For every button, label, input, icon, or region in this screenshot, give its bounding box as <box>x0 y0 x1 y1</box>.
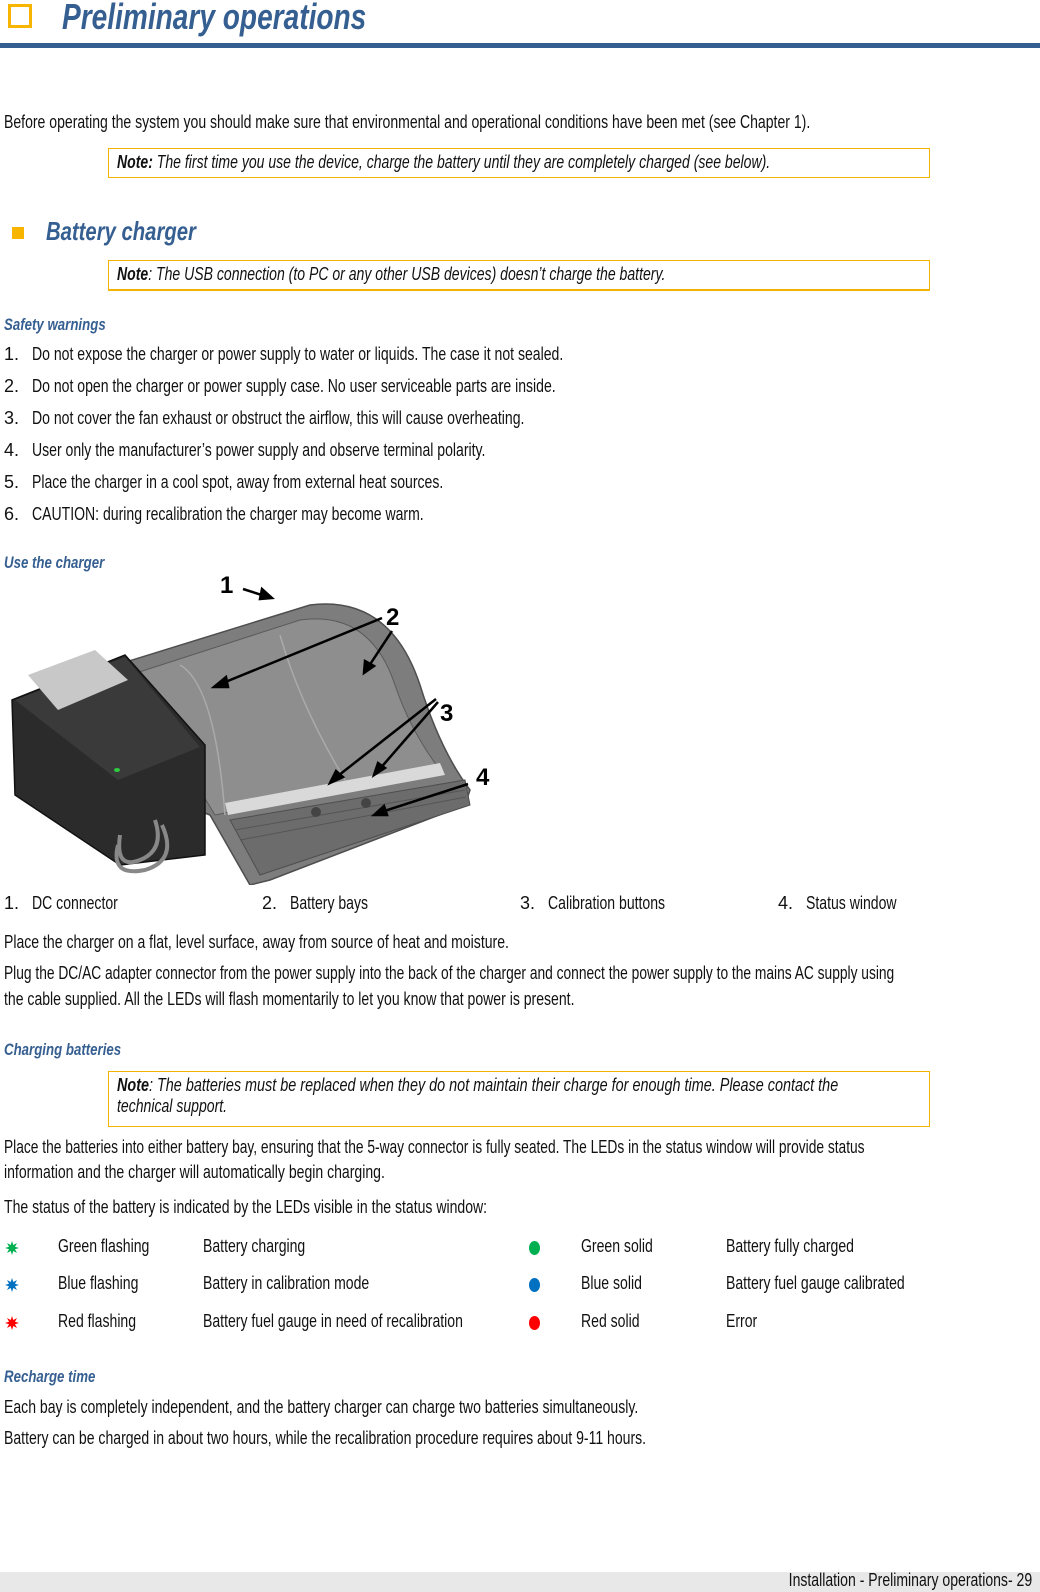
solid-meaning: Error <box>726 1311 758 1331</box>
heading-checkbox-icon <box>8 4 32 28</box>
solid-led-icon <box>529 1241 540 1255</box>
list-item: 3. Do not cover the fan exhaust or obstru… <box>4 408 525 428</box>
callout-2: 2 <box>386 604 399 631</box>
flashing-label: Green flashing <box>58 1236 150 1256</box>
flashing-meaning: Battery charging <box>203 1236 306 1256</box>
callout-3: 3 <box>440 700 453 727</box>
calibration-button <box>361 798 371 808</box>
title-rule <box>0 43 1040 48</box>
list-item: 2. Do not open the charger or power suppl… <box>4 376 556 396</box>
calibration-button <box>311 807 321 817</box>
legend-item: 4. Status window <box>778 893 897 913</box>
flashing-label: Blue flashing <box>58 1273 139 1293</box>
list-item: 1. Do not expose the charger or power sup… <box>4 344 564 364</box>
legend-item: 3. Calibration buttons <box>520 893 666 913</box>
note-label: Note <box>117 1075 149 1095</box>
legend-item: 1. DC connector <box>4 893 118 913</box>
safety-heading: Safety warnings <box>4 315 106 334</box>
note-text: : The USB connection (to PC or any other… <box>148 264 666 284</box>
callout-4: 4 <box>476 764 490 791</box>
solid-led-icon <box>529 1316 540 1330</box>
solid-meaning: Battery fully charged <box>726 1236 854 1256</box>
note-usb: Note: The USB connection (to PC or any o… <box>108 260 930 291</box>
flashing-meaning: Battery fuel gauge in need of recalibrat… <box>203 1311 463 1331</box>
flashing-led-icon <box>5 1241 19 1255</box>
flashing-label: Red flashing <box>58 1311 137 1331</box>
solid-led-icon <box>529 1278 540 1292</box>
insert-paragraph-line1: Place the batteries into either battery … <box>4 1137 865 1157</box>
plug-paragraph-line2: the cable supplied. All the LEDs will fl… <box>4 989 575 1009</box>
plug-paragraph-line1: Plug the DC/AC adapter connector from th… <box>4 963 895 983</box>
solid-meaning: Battery fuel gauge calibrated <box>726 1273 905 1293</box>
note-label: Note: <box>117 152 153 172</box>
callout-1: 1 <box>220 572 233 599</box>
note-text: : The batteries must be replaced when th… <box>149 1075 839 1095</box>
flashing-led-icon <box>5 1278 19 1292</box>
note-replace-batteries: Note: The batteries must be replaced whe… <box>108 1071 930 1127</box>
section-title: Battery charger <box>46 216 196 246</box>
note-text: technical support. <box>117 1096 228 1116</box>
solid-label: Green solid <box>581 1236 653 1256</box>
solid-label: Red solid <box>581 1311 640 1331</box>
power-led-icon <box>114 768 120 772</box>
section-bullet-icon <box>12 227 24 239</box>
flashing-led-icon <box>5 1316 19 1330</box>
recharge-heading: Recharge time <box>4 1367 96 1386</box>
charging-heading: Charging batteries <box>4 1040 122 1059</box>
intro-paragraph: Before operating the system you should m… <box>4 112 811 132</box>
recharge-paragraph-1: Each bay is completely independent, and … <box>4 1397 639 1417</box>
list-item: 5. Place the charger in a cool spot, away… <box>4 472 444 492</box>
list-item: 6. CAUTION: during recalibration the char… <box>4 504 424 524</box>
page-footer: Installation - Preliminary operations- 2… <box>0 1570 1040 1592</box>
footer-text: Installation - Preliminary operations- 2… <box>788 1570 1032 1590</box>
note-label: Note <box>117 264 149 284</box>
status-intro: The status of the battery is indicated b… <box>4 1197 488 1217</box>
charger-illustration: 1 2 3 4 <box>11 572 490 885</box>
solid-label: Blue solid <box>581 1273 642 1293</box>
insert-paragraph-line2: information and the charger will automat… <box>4 1162 385 1182</box>
flashing-meaning: Battery in calibration mode <box>203 1273 370 1293</box>
note-first-use: Note: The first time you use the device,… <box>108 148 930 178</box>
note-text: The first time you use the device, charg… <box>152 152 771 172</box>
list-item: 4. User only the manufacturer’s power sup… <box>4 440 486 460</box>
legend-item: 2. Battery bays <box>262 893 369 913</box>
recharge-paragraph-2: Battery can be charged in about two hour… <box>4 1428 647 1448</box>
page-title: Preliminary operations <box>62 0 367 37</box>
placement-paragraph: Place the charger on a flat, level surfa… <box>4 932 509 952</box>
